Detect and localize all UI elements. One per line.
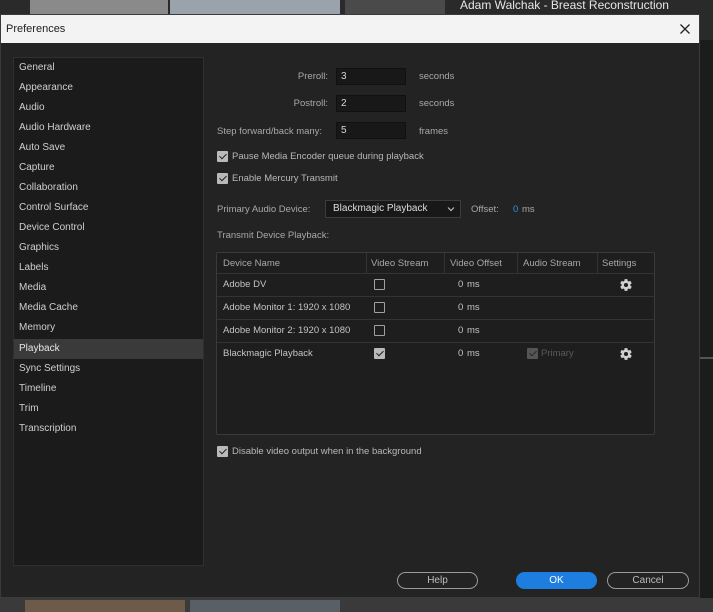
sidebar-item-media-cache[interactable]: Media Cache xyxy=(14,298,203,318)
sidebar-item-collaboration[interactable]: Collaboration xyxy=(14,178,203,198)
background-thumbnail xyxy=(190,600,340,612)
sidebar-item-audio-hardware[interactable]: Audio Hardware xyxy=(14,118,203,138)
step-unit: frames xyxy=(419,126,449,137)
col-header-audio-stream: Audio Stream xyxy=(523,258,581,269)
close-button[interactable] xyxy=(673,18,697,40)
device-name: Adobe Monitor 2: 1920 x 1080 xyxy=(223,325,351,336)
close-icon xyxy=(680,24,690,34)
offset-value[interactable]: 0 xyxy=(513,204,518,215)
column-divider xyxy=(597,253,598,273)
sidebar-item-capture[interactable]: Capture xyxy=(14,158,203,178)
sidebar-item-playback[interactable]: Playback xyxy=(14,339,203,359)
background-thumbnail xyxy=(30,0,168,14)
ok-button[interactable]: OK xyxy=(516,572,597,589)
offset-unit: ms xyxy=(522,204,535,215)
video-offset-value[interactable]: 0 xyxy=(458,325,463,336)
postroll-label: Postroll: xyxy=(293,98,328,109)
col-header-settings: Settings xyxy=(602,258,637,269)
primary-audio-device-value: Blackmagic Playback xyxy=(333,203,428,214)
gear-icon[interactable] xyxy=(619,278,633,292)
sidebar-item-trim[interactable]: Trim xyxy=(14,399,203,419)
postroll-unit: seconds xyxy=(419,98,455,109)
table-row[interactable]: Adobe DV 0 ms xyxy=(217,273,654,296)
disable-video-output-label: Disable video output when in the backgro… xyxy=(232,446,422,457)
video-stream-checkbox[interactable] xyxy=(374,325,385,336)
sidebar-item-memory[interactable]: Memory xyxy=(14,318,203,338)
device-name: Adobe Monitor 1: 1920 x 1080 xyxy=(223,302,351,313)
primary-audio-device-select[interactable]: Blackmagic Playback xyxy=(325,200,461,218)
audio-stream-checkbox xyxy=(527,348,538,359)
device-name: Adobe DV xyxy=(223,279,267,290)
sidebar-item-timeline[interactable]: Timeline xyxy=(14,379,203,399)
sidebar-item-auto-save[interactable]: Auto Save xyxy=(14,138,203,158)
disable-video-output-checkbox[interactable] xyxy=(217,446,228,457)
sidebar-item-sync-settings[interactable]: Sync Settings xyxy=(14,359,203,379)
sidebar-item-labels[interactable]: Labels xyxy=(14,258,203,278)
sidebar-item-device-control[interactable]: Device Control xyxy=(14,218,203,238)
sidebar-item-appearance[interactable]: Appearance xyxy=(14,78,203,98)
sidebar-item-media[interactable]: Media xyxy=(14,278,203,298)
video-offset-value[interactable]: 0 xyxy=(458,302,463,313)
video-offset-value[interactable]: 0 xyxy=(458,348,463,359)
sidebar-item-control-surface[interactable]: Control Surface xyxy=(14,198,203,218)
dialog-title: Preferences xyxy=(6,23,66,35)
sidebar-item-general[interactable]: General xyxy=(14,58,203,78)
primary-audio-device-label: Primary Audio Device: xyxy=(217,204,311,215)
dialog-titlebar: Preferences xyxy=(1,15,699,43)
col-header-device-name: Device Name xyxy=(223,258,281,269)
preferences-dialog: Preferences General Appearance Audio Aud… xyxy=(0,14,700,598)
step-input[interactable]: 5 xyxy=(336,122,406,139)
video-offset-unit: ms xyxy=(467,325,480,336)
audio-stream-label: Primary xyxy=(541,348,574,359)
device-name: Blackmagic Playback xyxy=(223,348,313,359)
background-thumbnail xyxy=(170,0,340,14)
cancel-button[interactable]: Cancel xyxy=(607,572,689,589)
mercury-transmit-label: Enable Mercury Transmit xyxy=(232,173,338,184)
transmit-device-playback-label: Transmit Device Playback: xyxy=(217,230,330,241)
preroll-unit: seconds xyxy=(419,71,455,82)
mercury-transmit-checkbox[interactable] xyxy=(217,173,228,184)
gear-icon[interactable] xyxy=(619,347,633,361)
table-row[interactable]: Adobe Monitor 1: 1920 x 1080 0 ms xyxy=(217,296,654,319)
preroll-input[interactable]: 3 xyxy=(336,68,406,85)
pause-encoder-label: Pause Media Encoder queue during playbac… xyxy=(232,151,424,162)
preferences-sidebar: General Appearance Audio Audio Hardware … xyxy=(13,57,204,566)
pause-encoder-checkbox[interactable] xyxy=(217,151,228,162)
background-thumbnail xyxy=(345,0,445,14)
step-label: Step forward/back many: xyxy=(217,126,323,137)
background-divider xyxy=(700,357,713,359)
help-button[interactable]: Help xyxy=(397,572,478,589)
col-header-video-stream: Video Stream xyxy=(371,258,429,269)
video-offset-value[interactable]: 0 xyxy=(458,279,463,290)
column-divider xyxy=(517,253,518,273)
video-offset-unit: ms xyxy=(467,348,480,359)
preroll-label: Preroll: xyxy=(297,71,328,82)
column-divider xyxy=(444,253,445,273)
chevron-down-icon xyxy=(447,207,455,212)
table-row[interactable]: Blackmagic Playback 0 ms Primary xyxy=(217,342,654,365)
table-row[interactable]: Adobe Monitor 2: 1920 x 1080 0 ms xyxy=(217,319,654,342)
video-stream-checkbox[interactable] xyxy=(374,279,385,290)
transmit-device-table: Device Name Video Stream Video Offset Au… xyxy=(216,252,655,435)
column-divider xyxy=(366,253,367,273)
col-header-video-offset: Video Offset xyxy=(450,258,502,269)
sidebar-item-audio[interactable]: Audio xyxy=(14,98,203,118)
sidebar-item-transcription[interactable]: Transcription xyxy=(14,419,203,439)
video-offset-unit: ms xyxy=(467,279,480,290)
background-panel xyxy=(700,40,713,612)
video-offset-unit: ms xyxy=(467,302,480,313)
video-stream-checkbox[interactable] xyxy=(374,348,385,359)
video-stream-checkbox[interactable] xyxy=(374,302,385,313)
background-thumbnail xyxy=(25,600,185,612)
background-video-title: Adam Walchak - Breast Reconstruction xyxy=(460,0,669,12)
sidebar-item-graphics[interactable]: Graphics xyxy=(14,238,203,258)
offset-label: Offset: xyxy=(471,204,499,215)
postroll-input[interactable]: 2 xyxy=(336,95,406,112)
